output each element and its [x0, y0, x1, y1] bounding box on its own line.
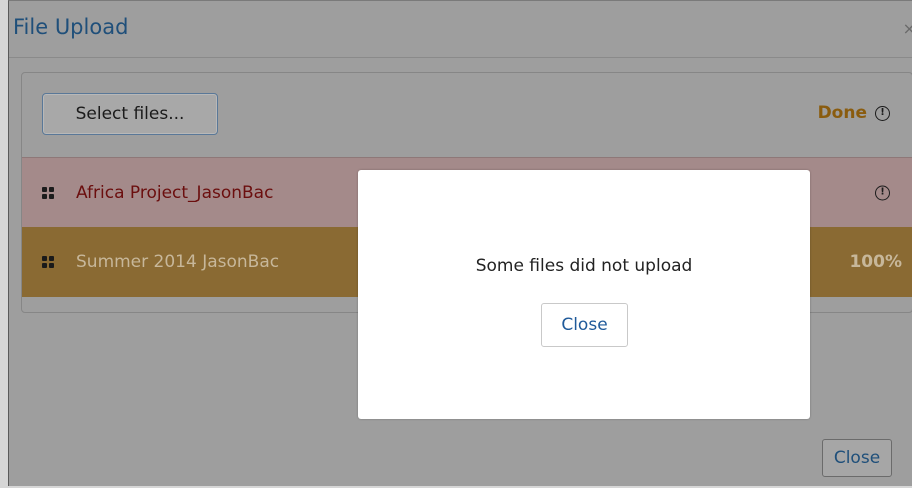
title-divider	[9, 57, 912, 58]
file-icon	[42, 256, 54, 268]
dialog-close-button[interactable]: Close	[822, 439, 892, 477]
select-files-button[interactable]: Select files...	[42, 93, 218, 135]
upload-progress-text: 100%	[849, 252, 902, 272]
file-name: Africa Project_JasonBac	[76, 182, 274, 203]
dialog-title: File Upload	[13, 15, 129, 39]
warning-circle-icon: !	[875, 105, 890, 121]
close-icon[interactable]: ×	[903, 19, 912, 38]
upload-status: Done !	[818, 103, 890, 123]
alert-message: Some files did not upload	[475, 256, 693, 276]
status-label: Done	[817, 103, 867, 123]
alert-popup: Some files did not upload Close	[358, 170, 810, 419]
file-name: Summer 2014 JasonBac	[76, 252, 280, 272]
warning-circle-icon: !	[875, 185, 890, 200]
file-icon	[42, 186, 54, 199]
alert-close-button[interactable]: Close	[541, 303, 628, 347]
